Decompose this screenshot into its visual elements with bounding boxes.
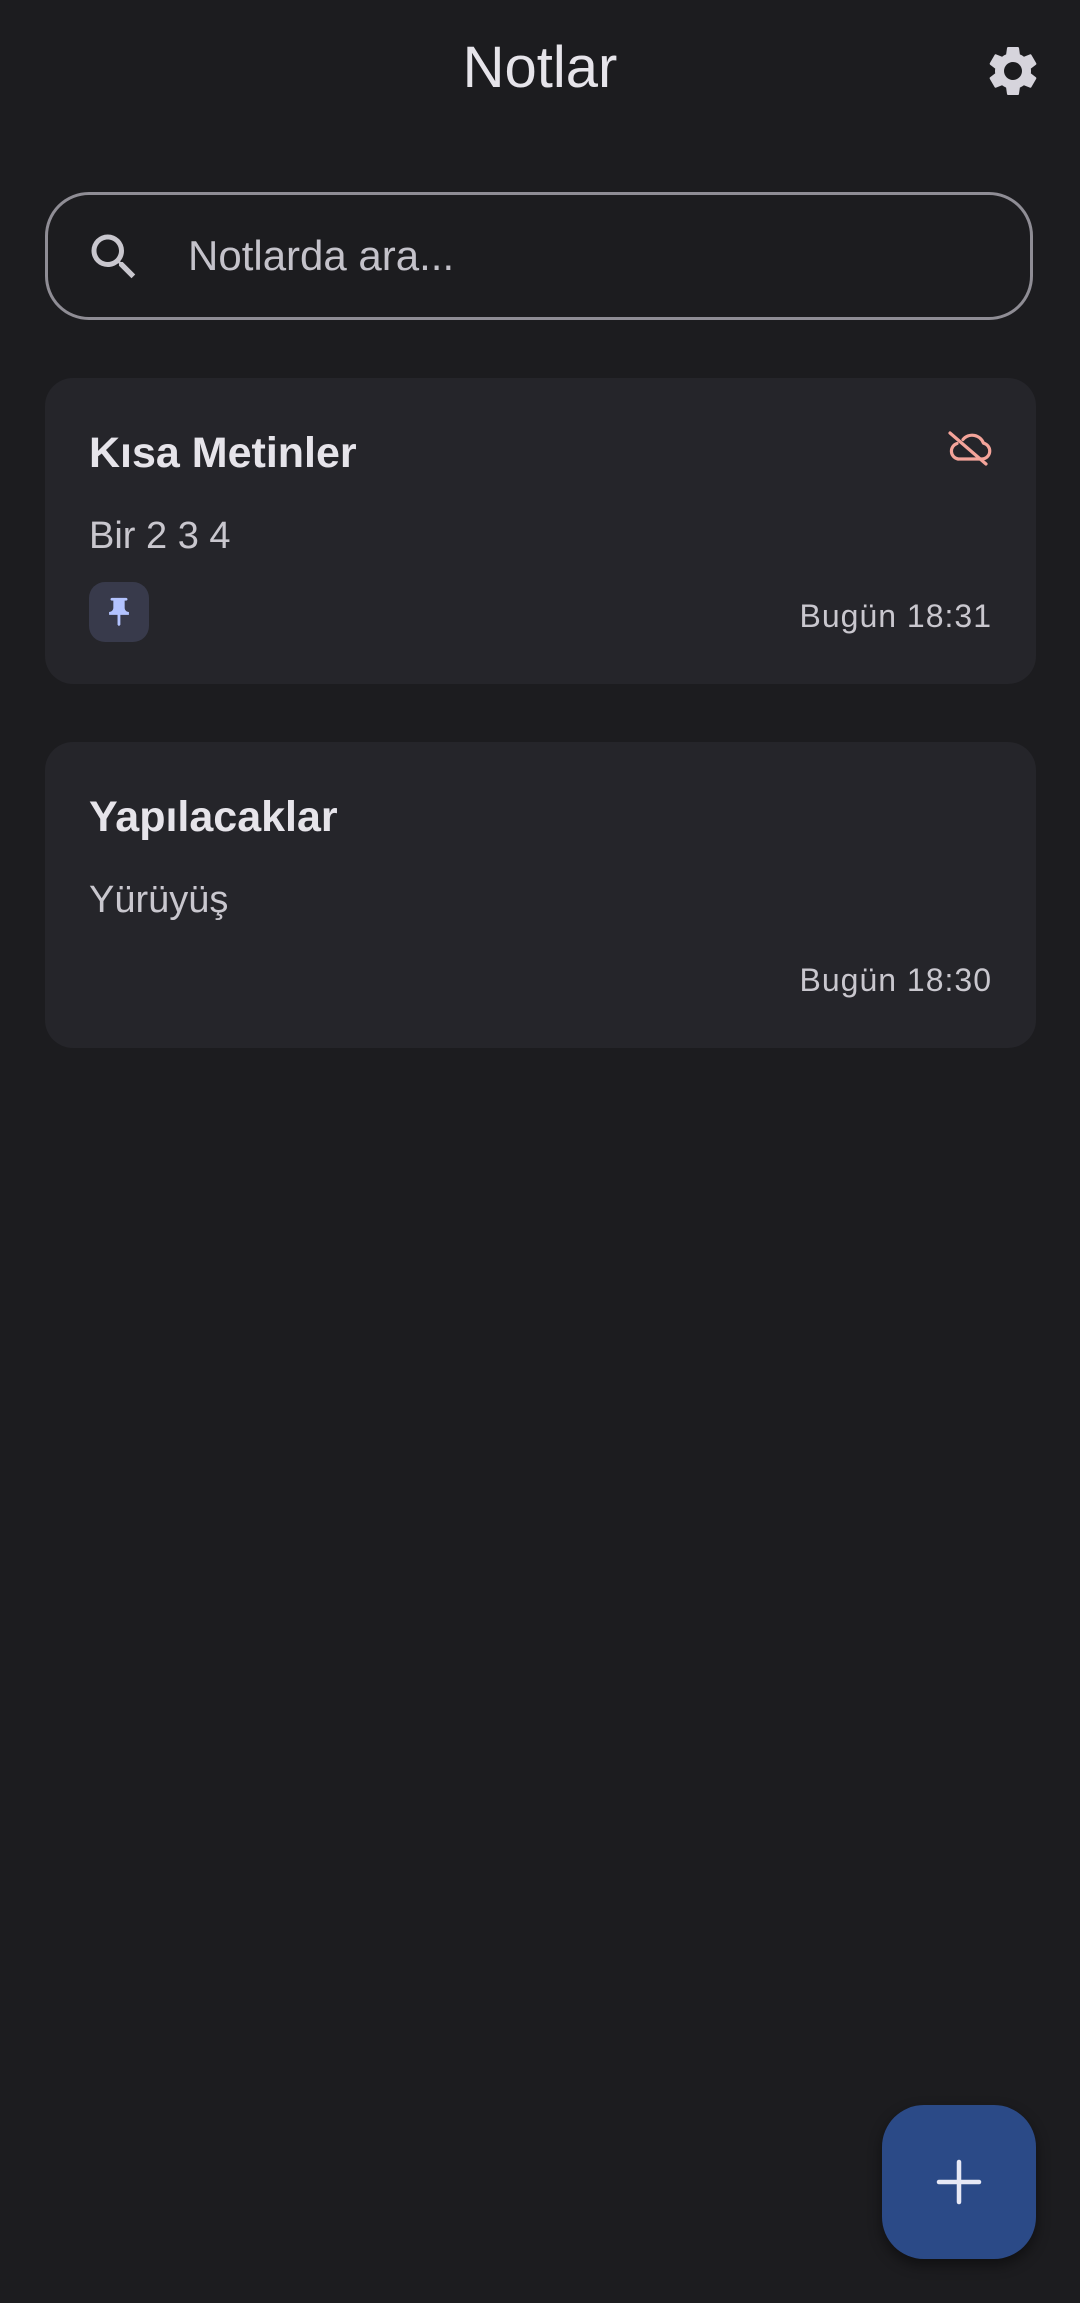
cloud-off-icon — [948, 431, 992, 466]
note-card[interactable]: Yapılacaklar Yürüyüş Bugün 18:30 — [45, 742, 1036, 1048]
note-title: Kısa Metinler — [89, 429, 357, 477]
add-note-button[interactable] — [882, 2105, 1036, 2259]
note-title: Yapılacaklar — [89, 793, 338, 841]
note-date: Bugün 18:31 — [799, 598, 992, 634]
plus-icon — [936, 2159, 982, 2205]
notes-screen: Notlar Kısa Metinler Bir 2 3 4 Bugün 18:… — [0, 0, 1080, 2303]
search-input[interactable] — [188, 195, 1008, 317]
note-body: Bir 2 3 4 — [89, 515, 231, 557]
pin-icon — [109, 597, 129, 627]
note-body: Yürüyüş — [89, 879, 229, 921]
search-icon — [91, 234, 136, 279]
pinned-badge — [89, 582, 149, 642]
gear-icon — [989, 46, 1037, 95]
settings-button[interactable] — [976, 34, 1050, 108]
note-date: Bugün 18:30 — [799, 962, 992, 998]
page-title: Notlar — [462, 35, 618, 100]
search-bar[interactable] — [45, 192, 1033, 320]
note-card[interactable]: Kısa Metinler Bir 2 3 4 Bugün 18:31 — [45, 378, 1036, 684]
